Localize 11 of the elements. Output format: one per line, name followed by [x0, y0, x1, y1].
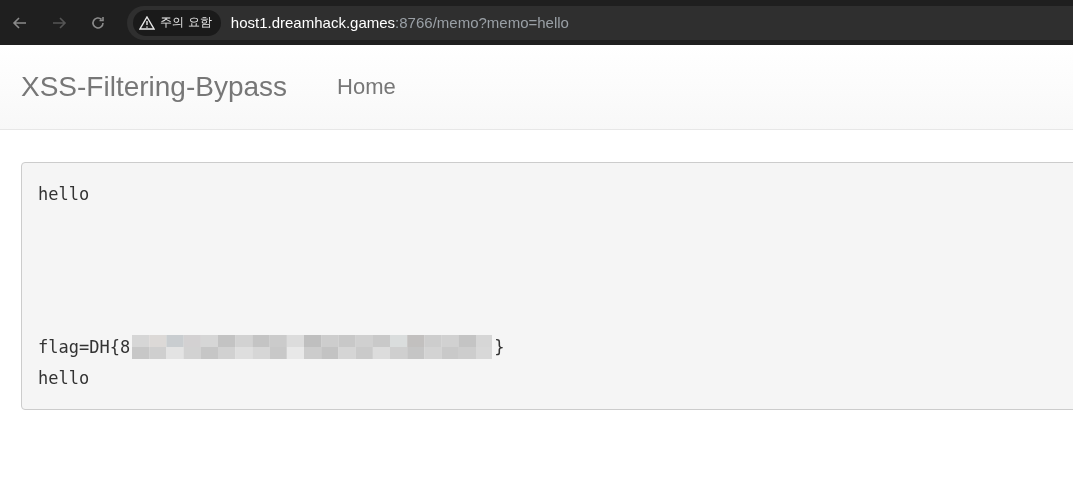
- address-bar[interactable]: 주의 요함 host1.dreamhack.games:8766/memo?memo=hello: [127, 5, 1073, 40]
- security-badge[interactable]: 주의 요함: [133, 9, 221, 36]
- warning-icon: [139, 15, 155, 30]
- memo-text: hello: [38, 183, 90, 206]
- memo-text: hello: [38, 366, 90, 390]
- url-text: host1.dreamhack.games:8766/memo?memo=hello: [230, 14, 569, 31]
- brand-title[interactable]: XSS-Filtering-Bypass: [21, 71, 288, 103]
- security-label: 주의 요함: [160, 14, 212, 31]
- nav-link[interactable]: Home: [337, 74, 396, 100]
- memo-text: flag=DH{8: [38, 335, 131, 359]
- memo-text: }: [494, 335, 505, 359]
